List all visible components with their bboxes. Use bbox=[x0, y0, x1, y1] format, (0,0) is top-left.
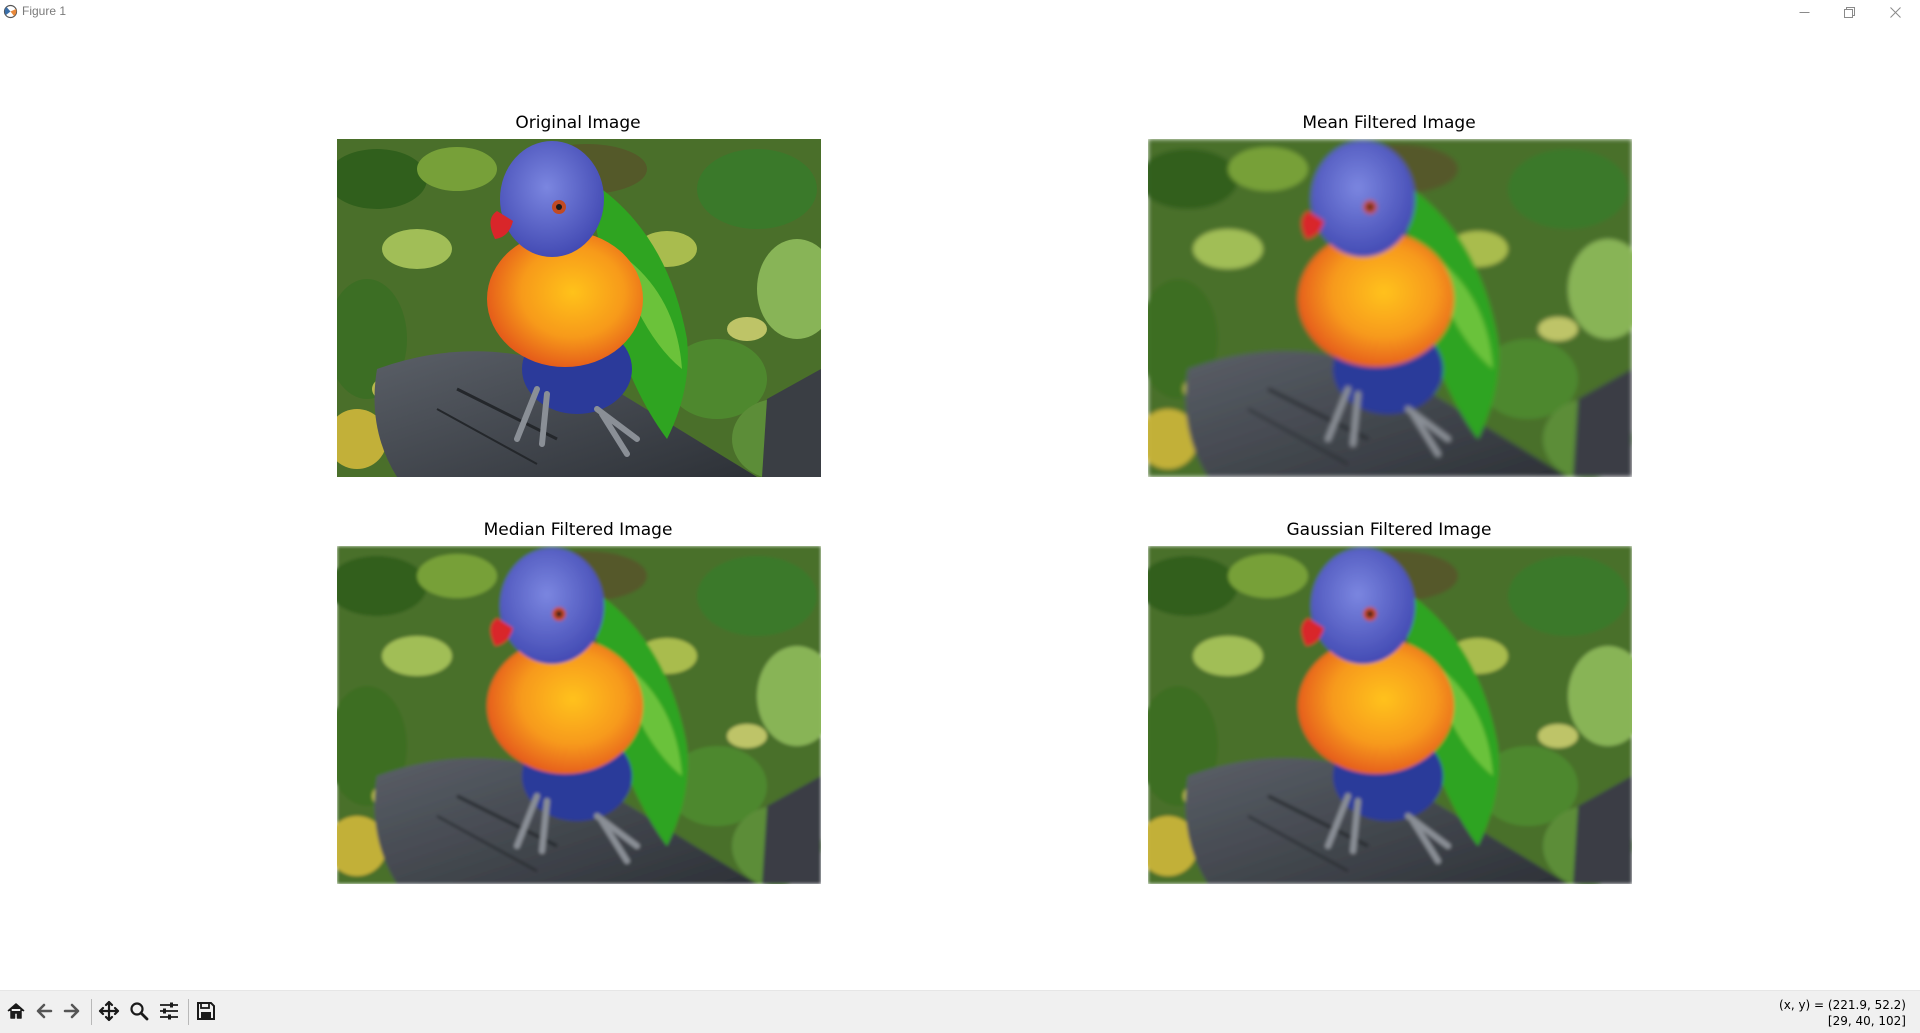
cursor-xy-readout: (x, y) = (221.9, 52.2) bbox=[1779, 998, 1906, 1012]
mean-filtered-parrot-image bbox=[1148, 139, 1632, 477]
axes-gaussian-filtered-image[interactable] bbox=[1148, 546, 1632, 884]
figure-app-icon bbox=[2, 3, 19, 20]
gaussian-filtered-parrot-image bbox=[1148, 546, 1632, 884]
axes-title-median: Median Filtered Image bbox=[483, 520, 673, 540]
cursor-coordinates-readout: (x, y) = (221.9, 52.2) [29, 40, 102] bbox=[1779, 997, 1906, 1029]
median-filtered-parrot-image bbox=[337, 546, 821, 884]
navigation-toolbar: (x, y) = (221.9, 52.2) [29, 40, 102] bbox=[0, 990, 1920, 1033]
original-parrot-image bbox=[337, 139, 821, 477]
figure-canvas[interactable]: Original Image Mean Filtered Image Media… bbox=[0, 24, 1920, 990]
toolbar-separator bbox=[91, 999, 92, 1025]
back-icon[interactable] bbox=[30, 997, 58, 1025]
axes-mean-filtered-image[interactable] bbox=[1148, 139, 1632, 477]
axes-original-image[interactable] bbox=[337, 139, 821, 477]
pixel-value-readout: [29, 40, 102] bbox=[1827, 1014, 1906, 1028]
minimize-icon[interactable] bbox=[1781, 0, 1827, 24]
window-titlebar: Figure 1 bbox=[0, 0, 1920, 24]
restore-icon[interactable] bbox=[1826, 0, 1872, 24]
axes-title-mean: Mean Filtered Image bbox=[1302, 113, 1476, 133]
axes-title-gaussian: Gaussian Filtered Image bbox=[1286, 520, 1492, 540]
toolbar-separator bbox=[188, 999, 189, 1025]
axes-median-filtered-image[interactable] bbox=[337, 546, 821, 884]
configure-subplots-icon[interactable] bbox=[155, 997, 183, 1025]
window-title: Figure 1 bbox=[22, 4, 67, 18]
pan-icon[interactable] bbox=[95, 997, 123, 1025]
close-icon[interactable] bbox=[1872, 0, 1918, 24]
save-icon[interactable] bbox=[192, 997, 220, 1025]
zoom-icon[interactable] bbox=[125, 997, 153, 1025]
axes-title-original: Original Image bbox=[515, 113, 641, 133]
home-icon[interactable] bbox=[2, 997, 30, 1025]
forward-icon[interactable] bbox=[58, 997, 86, 1025]
